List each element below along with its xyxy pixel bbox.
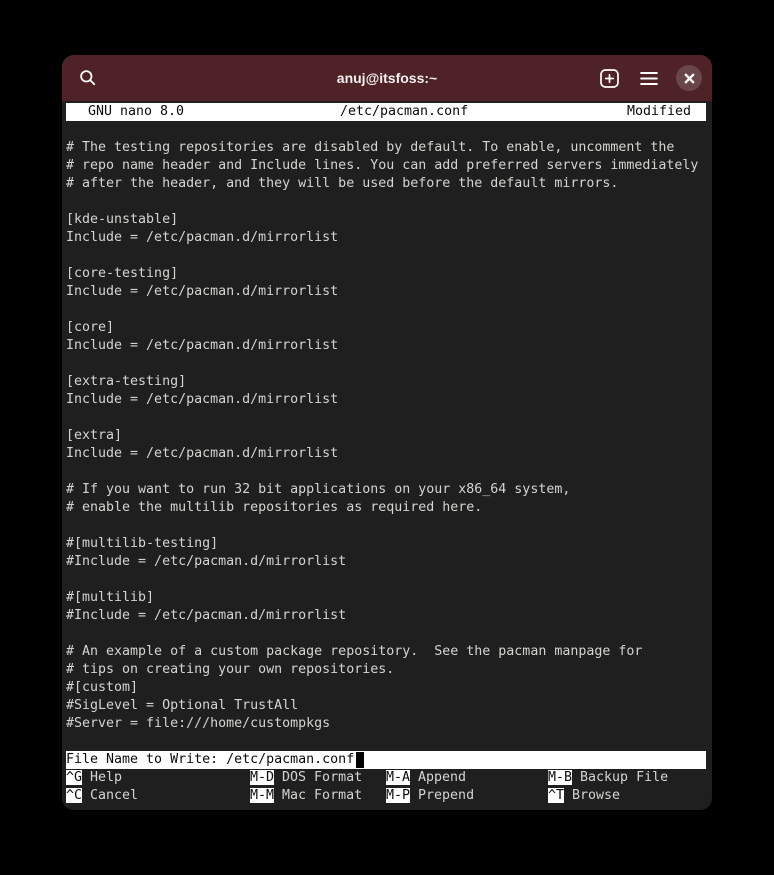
shortcut-label: Help	[90, 770, 123, 785]
editor-line: #SigLevel = Optional TrustAll	[66, 698, 299, 713]
editor-line: Include = /etc/pacman.d/mirrorlist	[66, 338, 339, 353]
shortcut-mac-format: M-M Mac Format	[250, 787, 386, 805]
editor-line: Include = /etc/pacman.d/mirrorlist	[66, 284, 339, 299]
filename-prompt-bar[interactable]: File Name to Write: /etc/pacman.conf	[66, 751, 706, 769]
close-button[interactable]	[676, 65, 702, 91]
editor-line: [kde-unstable]	[66, 212, 179, 227]
text-cursor	[356, 752, 365, 768]
shortcut-prepend: M-P Prepend	[386, 787, 548, 805]
nano-titlebar: GNU nano 8.0 /etc/pacman.conf Modified	[66, 103, 706, 121]
editor-line: Include = /etc/pacman.d/mirrorlist	[66, 392, 339, 407]
menu-button[interactable]	[636, 65, 662, 91]
editor-line: #[multilib-testing]	[66, 536, 219, 551]
shortcut-key: ^G	[66, 770, 83, 785]
shortcut-label: Backup File	[580, 770, 669, 785]
editor-line: #[custom]	[66, 680, 139, 695]
terminal-window: anuj@itsfoss:~ GNU nano 8.0 /etc/pacman.…	[62, 55, 712, 810]
shortcut-label: Prepend	[418, 788, 475, 803]
new-tab-icon	[599, 68, 619, 88]
shortcut-browse: ^T Browse	[548, 787, 706, 805]
window-controls	[596, 65, 702, 91]
editor-line: #Include = /etc/pacman.d/mirrorlist	[66, 554, 347, 569]
shortcut-key: ^C	[66, 788, 83, 803]
shortcut-backup-file: M-B Backup File	[548, 769, 706, 787]
shortcut-label: Append	[418, 770, 467, 785]
editor-line: # after the header, and they will be use…	[66, 176, 619, 191]
nano-modified-flag: Modified	[626, 104, 691, 119]
editor-line: [core]	[66, 320, 115, 335]
editor-line: # An example of a custom package reposit…	[66, 644, 643, 659]
editor-line: Include = /etc/pacman.d/mirrorlist	[66, 446, 339, 461]
shortcut-label: Mac Format	[282, 788, 363, 803]
shortcut-label: DOS Format	[282, 770, 363, 785]
editor-line: Include = /etc/pacman.d/mirrorlist	[66, 230, 339, 245]
editor-line: #Include = /etc/pacman.d/mirrorlist	[66, 608, 347, 623]
editor-line: #Server = file:///home/custompkgs	[66, 716, 331, 731]
shortcut-cancel: ^C Cancel	[66, 787, 250, 805]
shortcut-key: M-B	[548, 770, 573, 785]
filename-prompt-text: File Name to Write: /etc/pacman.conf	[66, 752, 355, 767]
shortcut-dos-format: M-D DOS Format	[250, 769, 386, 787]
editor-line: # The testing repositories are disabled …	[66, 140, 675, 155]
editor-line: #[multilib]	[66, 590, 155, 605]
editor-line: [extra-testing]	[66, 374, 187, 389]
shortcut-help: ^G Help	[66, 769, 250, 787]
editor-line: # If you want to run 32 bit applications…	[66, 482, 571, 497]
shortcut-key: M-A	[386, 770, 411, 785]
shortcut-label: Browse	[572, 788, 621, 803]
desktop: { "window": { "title": "anuj@itsfoss:~",…	[0, 0, 774, 875]
editor-line: # enable the multilib repositories as re…	[66, 500, 483, 515]
editor-line: # repo name header and Include lines. Yo…	[66, 158, 699, 173]
nano-shortcuts: ^G Help M-D DOS Format M-A Append M-B Backup Fi…	[66, 769, 706, 805]
close-icon	[684, 73, 695, 84]
editor-line: # tips on creating your own repositories…	[66, 662, 395, 677]
menu-icon	[640, 71, 658, 86]
editor-line: [extra]	[66, 428, 123, 443]
new-tab-button[interactable]	[596, 65, 622, 91]
search-icon	[78, 68, 98, 88]
titlebar[interactable]: anuj@itsfoss:~	[62, 55, 712, 101]
nano-version: GNU nano 8.0	[88, 104, 185, 119]
search-button[interactable]	[75, 65, 101, 91]
nano-filename: /etc/pacman.conf	[340, 104, 469, 119]
terminal-screen[interactable]: GNU nano 8.0 /etc/pacman.conf Modified #…	[62, 101, 712, 810]
editor-line: [core-testing]	[66, 266, 179, 281]
shortcut-key: M-D	[250, 770, 275, 785]
shortcut-label: Cancel	[90, 788, 139, 803]
nano-lines: # The testing repositories are disabled …	[66, 121, 706, 751]
shortcut-key: M-P	[386, 788, 411, 803]
shortcut-key: M-M	[250, 788, 275, 803]
shortcut-append: M-A Append	[386, 769, 548, 787]
shortcut-key: ^T	[548, 788, 565, 803]
